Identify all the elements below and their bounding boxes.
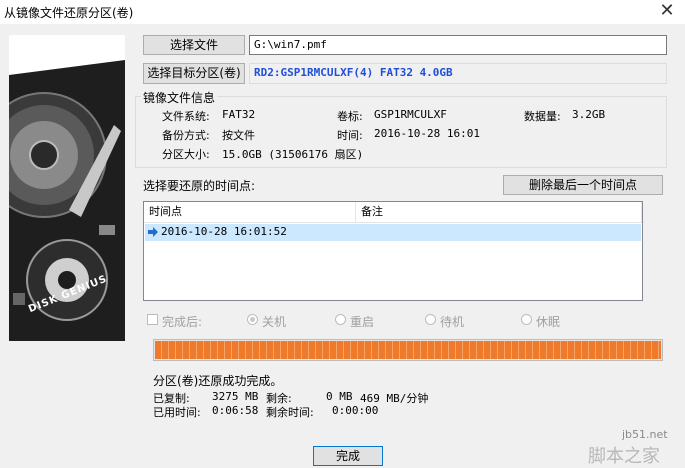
radio-restart-label: 重启 [350, 315, 375, 329]
radio-hibernate[interactable] [521, 314, 532, 325]
copied-value: 3275 MB [212, 390, 259, 403]
data-size-label: 数据量: [524, 110, 561, 123]
table-row[interactable]: 2016-10-28 16:01:52 [145, 224, 641, 241]
radio-standby-label: 待机 [440, 315, 465, 329]
size-label: 分区大小: [162, 148, 210, 161]
radio-standby[interactable] [425, 314, 436, 325]
radio-shutdown-label: 关机 [262, 315, 287, 329]
radio-hibernate-label: 休眠 [536, 315, 561, 329]
backup-value: 按文件 [222, 129, 255, 142]
remaining-time-label: 剩余时间: [266, 406, 314, 419]
arrow-right-icon [148, 226, 159, 238]
elapsed-label: 已用时间: [153, 406, 201, 419]
watermark-brand: 脚本之家 [588, 446, 660, 467]
close-icon[interactable]: ✕ [652, 0, 682, 24]
radio-restart[interactable] [335, 314, 346, 325]
column-header-time[interactable]: 时间点 [144, 202, 356, 223]
status-message: 分区(卷)还原成功完成。 [153, 374, 283, 388]
size-value: 15.0GB (31506176 扇区) [222, 148, 364, 161]
image-info-title: 镜像文件信息 [141, 89, 218, 106]
target-partition-field: RD2:GSP1RMCULXF(4) FAT32 4.0GB [249, 63, 667, 84]
row-time: 2016-10-28 16:01:52 [161, 225, 287, 238]
time-label: 时间: [337, 129, 363, 142]
column-header-note[interactable]: 备注 [356, 202, 642, 223]
disk-artwork: DISK GENIUS [9, 35, 125, 341]
progress-bar [153, 339, 663, 361]
timepoints-title: 选择要还原的时间点: [143, 179, 256, 193]
select-target-button[interactable]: 选择目标分区(卷) [143, 63, 245, 84]
fs-value: FAT32 [222, 108, 256, 121]
volume-label: 卷标: [337, 110, 363, 123]
radio-shutdown[interactable] [247, 314, 258, 325]
after-finish-checkbox[interactable] [147, 314, 158, 325]
select-file-button[interactable]: 选择文件 [143, 35, 245, 55]
data-size-value: 3.2GB [572, 108, 606, 121]
file-path-field[interactable]: G:\win7.pmf [249, 35, 667, 55]
remaining-value: 0 MB [326, 390, 353, 403]
watermark-site: jb51.net [622, 428, 668, 441]
after-finish-label: 完成后: [162, 315, 203, 329]
volume-value: GSP1RMCULXF [374, 108, 447, 121]
title-bar: 从镜像文件还原分区(卷) ✕ [0, 0, 685, 25]
timepoint-list[interactable]: 时间点 备注 2016-10-28 16:01:52 [143, 201, 643, 301]
elapsed-value: 0:06:58 [212, 404, 259, 417]
done-button[interactable]: 完成 [313, 446, 383, 466]
progress-fill [155, 341, 661, 359]
backup-label: 备份方式: [162, 129, 210, 142]
window-title: 从镜像文件还原分区(卷) [4, 6, 134, 20]
delete-last-timepoint-button[interactable]: 删除最后一个时间点 [503, 175, 663, 195]
time-value: 2016-10-28 16:01 [374, 127, 480, 140]
fs-label: 文件系统: [162, 110, 210, 123]
remaining-time-value: 0:00:00 [332, 404, 379, 417]
